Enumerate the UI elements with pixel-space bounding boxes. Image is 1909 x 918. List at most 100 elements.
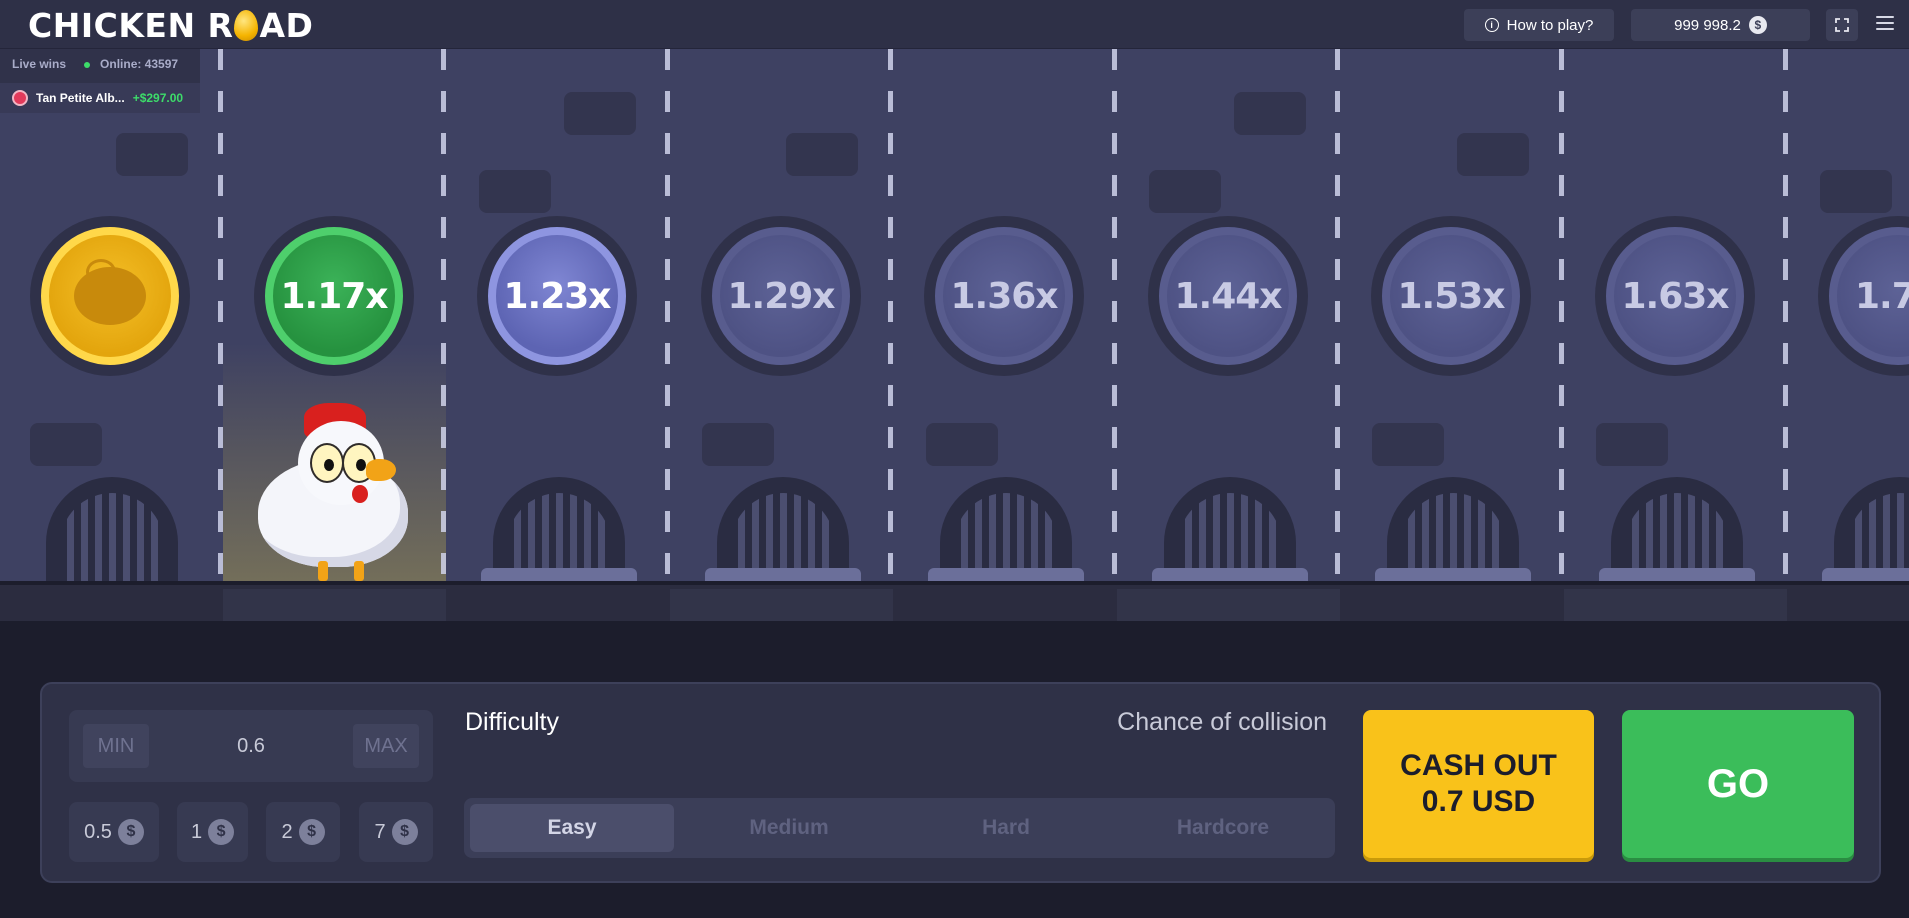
max-bet-button[interactable]: MAX: [353, 724, 419, 768]
multiplier-value: 1.17x: [265, 227, 403, 365]
multiplier-value: 1.23x: [488, 227, 626, 365]
cash-out-label: CASH OUT: [1400, 749, 1557, 782]
fullscreen-button[interactable]: [1826, 9, 1858, 41]
sewer-grate: [717, 477, 849, 581]
roast-chicken-icon: [74, 259, 146, 325]
top-bar: CHICKEN R AD i How to play? 999 998.2 $: [0, 0, 1909, 49]
grate-base: [1599, 568, 1755, 581]
start-coin: [30, 216, 190, 376]
bet-amount-box: MIN 0.6 MAX: [69, 710, 433, 782]
control-panel: MIN 0.6 MAX 0.5 $ 1 $ 2 $ 7 $ Difficulty…: [40, 682, 1881, 883]
lane-divider: [441, 49, 446, 581]
lane-divider: [1559, 49, 1564, 581]
grate-base: [481, 568, 637, 581]
difficulty-selector: Easy Medium Hard Hardcore: [464, 798, 1335, 858]
wall-brick: [116, 133, 188, 176]
lane-divider: [218, 49, 223, 581]
multiplier-value: 1.29x: [712, 227, 850, 365]
chip-value: 0.5: [84, 820, 112, 843]
grate-base: [928, 568, 1084, 581]
wall-brick: [786, 133, 858, 176]
sewer-grate: [46, 477, 178, 581]
difficulty-hardcore[interactable]: Hardcore: [1121, 804, 1325, 852]
wall-brick: [479, 170, 551, 213]
bet-amount-input[interactable]: 0.6: [169, 724, 333, 768]
multiplier-value: 1.44x: [1159, 227, 1297, 365]
cash-out-button[interactable]: CASH OUT 0.7 USD: [1363, 710, 1594, 858]
multiplier-value: 1.36x: [935, 227, 1073, 365]
sewer-grate: [1834, 477, 1909, 581]
lane-divider: [1783, 49, 1788, 581]
min-bet-button[interactable]: MIN: [83, 724, 149, 768]
grate-base: [1822, 568, 1909, 581]
dollar-coin-icon: $: [117, 819, 144, 845]
wall-brick: [1234, 92, 1306, 135]
fullscreen-icon: [1835, 18, 1849, 32]
bet-chip-button[interactable]: 2 $: [266, 802, 340, 862]
multiplier-value: 1.75: [1829, 227, 1909, 365]
wall-brick: [1457, 133, 1529, 176]
logo-text-right: AD: [259, 5, 314, 45]
avatar: [12, 90, 28, 106]
multiplier-coin: 1.75: [1818, 216, 1909, 376]
grate-base: [705, 568, 861, 581]
bet-chip-button[interactable]: 1 $: [177, 802, 248, 862]
lane-divider: [1335, 49, 1340, 581]
difficulty-label: Difficulty: [465, 708, 560, 736]
wall-brick: [1149, 170, 1221, 213]
difficulty-easy[interactable]: Easy: [470, 804, 674, 852]
lane-divider: [1112, 49, 1117, 581]
lane-divider: [888, 49, 893, 581]
logo-text-left: CHICKEN R: [28, 5, 234, 45]
sewer-grate: [940, 477, 1072, 581]
bet-chip-button[interactable]: 0.5 $: [69, 802, 159, 862]
balance-display: 999 998.2 $: [1631, 9, 1810, 41]
multiplier-coin: 1.53x: [1371, 216, 1531, 376]
golden-egg-icon: [234, 9, 259, 41]
winner-name: Tan Petite Alb...: [36, 91, 125, 105]
dollar-coin-icon: $: [298, 819, 325, 845]
how-to-play-button[interactable]: i How to play?: [1464, 9, 1614, 41]
wall-brick: [702, 423, 774, 466]
multiplier-value: 1.53x: [1382, 227, 1520, 365]
multiplier-coin: 1.17x: [254, 216, 414, 376]
multiplier-coin: 1.29x: [701, 216, 861, 376]
live-wins-title: Live wins: [12, 57, 67, 71]
sewer-grate: [493, 477, 625, 581]
bet-chip-button[interactable]: 7 $: [359, 802, 433, 862]
live-win-entry: Tan Petite Alb... +$297.00: [0, 83, 200, 113]
win-amount: +$297.00: [132, 91, 184, 105]
hamburger-menu-icon[interactable]: [1876, 16, 1894, 32]
chip-value: 1: [190, 820, 203, 843]
grate-base: [1152, 568, 1308, 581]
game-logo: CHICKEN R AD: [28, 5, 314, 45]
chicken-character: [252, 403, 422, 581]
how-to-play-label: How to play?: [1506, 16, 1594, 34]
lane-divider: [665, 49, 670, 581]
balance-value: 999 998.2: [1674, 16, 1741, 34]
wall-brick: [564, 92, 636, 135]
difficulty-hard[interactable]: Hard: [904, 804, 1108, 852]
live-wins-panel: Live wins Online: 43597 Tan Petite Alb..…: [0, 49, 200, 113]
go-button[interactable]: GO: [1622, 710, 1854, 858]
wall-brick: [1596, 423, 1668, 466]
grate-base: [1375, 568, 1531, 581]
wall-brick: [926, 423, 998, 466]
multiplier-coin: 1.44x: [1148, 216, 1308, 376]
cash-out-amount: 0.7 USD: [1421, 785, 1536, 818]
wall-brick: [30, 423, 102, 466]
difficulty-medium[interactable]: Medium: [687, 804, 891, 852]
online-count: Online: 43597: [84, 57, 178, 71]
sewer-grate: [1164, 477, 1296, 581]
collision-chance-label: Chance of collision: [1117, 708, 1327, 736]
chip-value: 2: [281, 820, 293, 843]
chip-value: 7: [374, 820, 386, 843]
dollar-coin-icon: $: [1748, 16, 1767, 34]
wall-brick: [1372, 423, 1444, 466]
wall-brick: [1820, 170, 1892, 213]
sewer-grate: [1611, 477, 1743, 581]
online-dot-icon: [84, 61, 91, 68]
road-curb: [0, 581, 1909, 621]
dollar-coin-icon: $: [208, 819, 235, 845]
sewer-grate: [1387, 477, 1519, 581]
